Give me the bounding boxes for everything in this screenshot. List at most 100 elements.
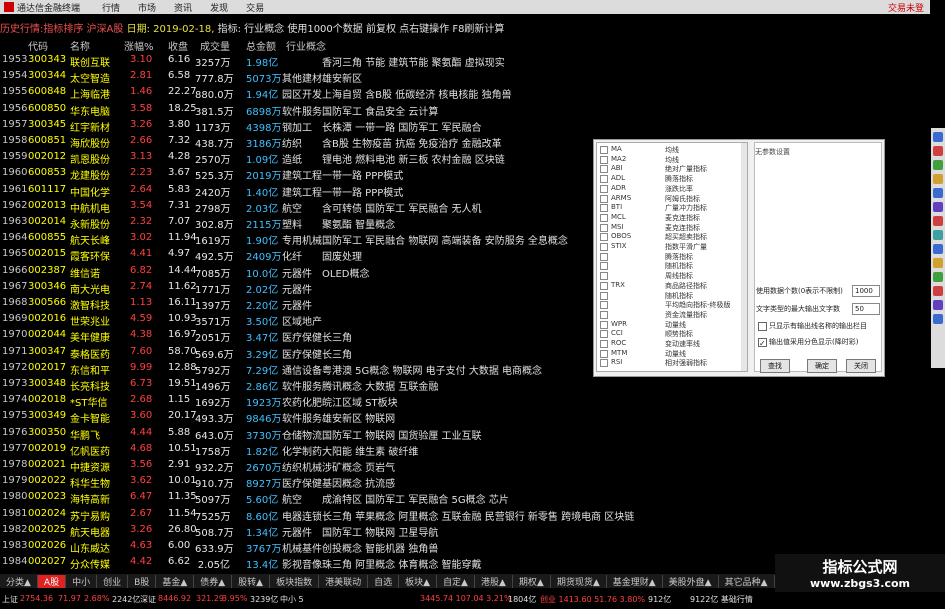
toolbar-info-icon[interactable] (933, 188, 943, 198)
menu-news[interactable]: 资讯 (174, 1, 192, 14)
find-button[interactable]: 查找 (760, 359, 790, 373)
indicator-checkbox[interactable] (600, 330, 608, 339)
indicator-item[interactable]: MCL 麦克连指标 (597, 213, 747, 222)
indicator-item[interactable]: ADR 涨跌比率 (597, 184, 747, 193)
table-row[interactable]: 1967 300346 南大光电 2.74 11.62 1771万 2.02亿 元器件 (0, 281, 600, 298)
col-concept[interactable]: 行业概念 (286, 38, 326, 53)
table-row[interactable]: 1955 600848 上海临港 1.46 22.27 880.0万 1.94亿 园区开发 上海… (0, 86, 600, 103)
indicator-checkbox[interactable] (600, 340, 608, 348)
table-row[interactable]: 1961 601117 中国化学 2.64 5.83 2420万 1.40亿 建筑工程 一带一路… (0, 184, 600, 201)
col-close[interactable]: 收盘 (168, 38, 188, 53)
toolbar-user-icon[interactable] (933, 272, 943, 282)
trade-login-status[interactable]: 交易未登 (888, 1, 924, 14)
indicator-item[interactable]: 随机指标 (597, 261, 747, 271)
table-row[interactable]: 1974 002018 *ST华信 2.68 1.15 1692万 1923万 农药化肥 皖江区… (0, 394, 600, 411)
indicator-checkbox[interactable] (600, 204, 608, 213)
indicator-checkbox[interactable] (600, 165, 608, 174)
tab-1[interactable]: A股 (37, 574, 67, 588)
table-row[interactable]: 1962 002013 中航机电 3.54 7.31 2798万 2.03亿 航空 含可转债 国… (0, 200, 600, 217)
indicator-item[interactable]: ADL 腾落指标 (597, 174, 747, 184)
menu-market[interactable]: 市场 (138, 1, 156, 14)
toolbar-star-icon[interactable] (933, 258, 943, 268)
tab-14[interactable]: 期权▲ (513, 574, 551, 588)
indicator-item[interactable]: ARMS 阿姆氏指标 (597, 194, 747, 203)
toolbar-help-icon[interactable] (933, 314, 943, 324)
indicator-item[interactable]: TRX 商品路径指标 (597, 281, 747, 290)
indicator-checkbox[interactable] (600, 184, 608, 193)
tab-10[interactable]: 自选 (368, 574, 400, 588)
tab-7[interactable]: 股转▲ (232, 574, 271, 588)
indicator-item[interactable]: 随机指标 (597, 291, 747, 300)
indicator-checkbox[interactable] (600, 155, 608, 164)
table-row[interactable]: 1979 002022 科华生物 3.62 10.01 910.7万 8927万 医疗保健 基因… (0, 475, 600, 492)
table-row[interactable]: 1966 002387 维信诺 6.82 14.44 7085万 10.0亿 元器件 OLED概… (0, 265, 600, 282)
indicator-checkbox[interactable] (600, 146, 608, 154)
table-row[interactable]: 1983 002026 山东威达 4.63 6.00 633.9万 3767万 机械基件 创投概… (0, 540, 600, 557)
tab-15[interactable]: 期货现货▲ (551, 574, 607, 588)
col-code[interactable]: 代码 (28, 38, 48, 53)
toolbar-news-icon[interactable] (933, 202, 943, 212)
tab-0[interactable]: 分类▲ (0, 574, 38, 588)
tab-16[interactable]: 基金理财▲ (607, 574, 663, 588)
indicator-item[interactable]: BTI 广量冲力指标 (597, 203, 747, 213)
toolbar-setting-icon[interactable] (933, 244, 943, 254)
indicator-checkbox[interactable] (600, 194, 608, 203)
table-row[interactable]: 1960 600853 龙建股份 2.23 3.67 525.3万 2019万 建筑工程 一带一… (0, 167, 600, 184)
menu-discover[interactable]: 发现 (210, 1, 228, 14)
indicator-item[interactable]: 资金流量指标 (597, 310, 747, 319)
max-text-input[interactable]: 50 (852, 303, 880, 315)
color-output-checkbox[interactable]: ✓ (758, 338, 767, 348)
indicator-item[interactable]: ROC 变动速率线 (597, 339, 747, 348)
table-row[interactable]: 1954 300344 太空智造 2.81 6.58 777.8万 5073万 其他建材 雄安新… (0, 70, 600, 87)
toolbar-gear-icon[interactable] (933, 300, 943, 310)
tab-11[interactable]: 板块▲ (399, 574, 438, 588)
output-name-checkbox[interactable] (758, 322, 767, 331)
table-row[interactable]: 1977 002019 亿帆医药 4.68 10.51 1758万 1.82亿 化学制药 大阳能… (0, 443, 600, 460)
col-amount[interactable]: 总金额 (246, 38, 276, 53)
indicator-item[interactable]: STIX 指数平滑广量 (597, 242, 747, 251)
toolbar-alert-icon[interactable] (933, 146, 943, 156)
toolbar-note-icon[interactable] (933, 174, 943, 184)
indicator-list[interactable]: MA 均线 MA2 均线 ABI 绝对广量指标 ADL 腾落指标 ADR 涨跌比率 ARMS 阿姆氏指… (596, 142, 748, 372)
indicator-item[interactable]: ABI 绝对广量指标 (597, 164, 747, 174)
indicator-checkbox[interactable] (600, 359, 608, 368)
tab-18[interactable]: 其它品种▲ (719, 574, 775, 588)
indicator-item[interactable]: RSI 相对强弱指标 (597, 358, 747, 368)
tab-17[interactable]: 美股外盘▲ (663, 574, 719, 588)
table-row[interactable]: 1959 002012 凯恩股份 3.13 4.28 2570万 1.09亿 造纸 锂电池 燃料… (0, 151, 600, 168)
menu-trade[interactable]: 交易 (246, 1, 264, 14)
data-count-input[interactable]: 1000 (852, 285, 880, 297)
table-row[interactable]: 1964 600855 航天长峰 3.02 11.94 1619万 1.90亿 专用机械 国防军… (0, 232, 600, 249)
tab-4[interactable]: B股 (128, 574, 157, 588)
toolbar-chart-icon[interactable] (933, 132, 943, 142)
close-button[interactable]: 关闭 (846, 359, 876, 373)
indicator-item[interactable]: CCI 顺势指标 (597, 329, 747, 339)
indicator-checkbox[interactable] (600, 320, 608, 329)
table-row[interactable]: 1982 002025 航天电器 3.26 26.80 508.7万 1.34亿 元器件 国防军… (0, 524, 600, 541)
table-row[interactable]: 1968 300566 激智科技 1.13 16.11 1397万 2.20亿 元器件 (0, 297, 600, 314)
indicator-checkbox[interactable] (600, 233, 608, 242)
table-row[interactable]: 1956 600850 华东电脑 3.58 18.25 381.5万 6898万 软件服务 国防… (0, 103, 600, 120)
tab-5[interactable]: 基金▲ (156, 574, 195, 588)
tab-12[interactable]: 自定▲ (437, 574, 475, 588)
tab-6[interactable]: 债券▲ (194, 574, 233, 588)
indicator-checkbox[interactable] (600, 291, 608, 300)
table-row[interactable]: 1957 300345 红宇新材 3.26 3.80 1173万 4398万 钢加工 长株潭 一… (0, 119, 600, 136)
tab-2[interactable]: 中小 (66, 574, 98, 588)
indicator-checkbox[interactable] (600, 349, 608, 358)
col-vol[interactable]: 成交量 (200, 38, 230, 53)
toolbar-hot-icon[interactable] (933, 216, 943, 226)
table-row[interactable]: 1969 002016 世荣兆业 4.59 10.93 3571万 3.50亿 区域地产 (0, 313, 600, 330)
indicator-item[interactable]: 腾落指标 (597, 252, 747, 261)
table-row[interactable]: 1980 002023 海特高新 6.47 11.35 5097万 5.60亿 航空 成渝特区 … (0, 491, 600, 508)
table-row[interactable]: 1972 002017 东信和平 9.99 12.88 5792万 7.29亿 通信设备 粤港澳… (0, 362, 600, 379)
indicator-item[interactable]: MSI 麦克连指标 (597, 223, 747, 232)
tab-13[interactable]: 港股▲ (475, 574, 513, 588)
toolbar-lock-icon[interactable] (933, 286, 943, 296)
toolbar-calc-icon[interactable] (933, 230, 943, 240)
col-name[interactable]: 名称 (70, 38, 90, 53)
indicator-item[interactable]: MA2 均线 (597, 155, 747, 164)
table-row[interactable]: 1984 002027 分众传媒 4.42 6.62 2.05亿 13.4亿 影视音像 珠三角 … (0, 556, 600, 573)
indicator-checkbox[interactable] (600, 213, 608, 222)
indicator-item[interactable]: MA 均线 (597, 145, 747, 154)
